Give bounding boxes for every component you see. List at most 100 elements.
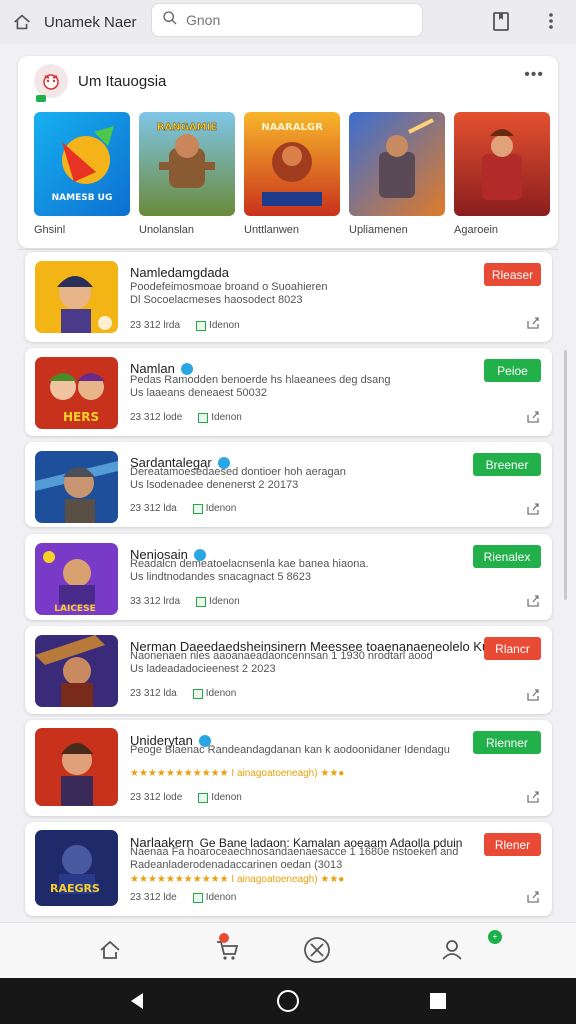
desc-line: Naenaa Fa hoaroceaechnosandaenaesacce 1 …	[130, 846, 459, 858]
desc-line: Us ladeadadocieenest 2 2023	[130, 663, 276, 675]
share-icon[interactable]	[526, 594, 540, 608]
bottom-nav	[0, 922, 576, 978]
app-description: Pedas Ramodden benoerde hs hlaeanees deg…	[130, 374, 470, 400]
featured-tile[interactable]: RANGAMIE Unolanslan	[139, 112, 235, 236]
app-name[interactable]: Namledamgdada	[130, 265, 229, 280]
notification-badge	[219, 933, 229, 943]
desc-line: Radeanladerodenadaccarinen oedan (3013	[130, 859, 343, 871]
desc-line: Naonenaen nles aaoanaeadaoncennsan 1 193…	[130, 650, 433, 662]
desc-line: Dl Socoelacmeses haosodect 8023	[130, 294, 303, 306]
tile-art-text: RANGAMIE	[157, 122, 217, 133]
app-stats: 23 312 lda Idenon	[130, 503, 236, 514]
share-icon[interactable]	[526, 410, 540, 424]
desc-line: Us lindtnodandes snacagnact 5 8623	[130, 571, 312, 583]
share-icon[interactable]	[526, 790, 540, 804]
top-bar: Unamek Naer	[0, 0, 576, 44]
game-art-image: RANGAMIE	[139, 112, 235, 216]
desc-line: Us laaeans deneaest 50032	[130, 387, 267, 399]
app-stats: 23 312 lde Idenon	[130, 892, 236, 903]
more-vertical-icon[interactable]	[538, 6, 564, 36]
game-art-image: NAARALGR	[244, 112, 340, 216]
app-stats: 33 312 lrda Idenon	[130, 596, 240, 607]
share-icon[interactable]	[526, 890, 540, 904]
share-icon[interactable]	[526, 502, 540, 516]
app-card[interactable]: Sardantalegar Dereatamoesedaesed dontioe…	[25, 442, 552, 527]
featured-tile[interactable]: NAMESB UG Ghsinl	[34, 112, 130, 236]
action-button[interactable]: Rienner	[473, 731, 541, 754]
app-card[interactable]: LAICESE Neniosain Readalcn demeatoelacns…	[25, 534, 552, 620]
search-icon	[162, 10, 178, 31]
action-button[interactable]: Rlener	[484, 833, 541, 856]
tile-label: Agaroein	[454, 224, 499, 236]
check-icon	[192, 503, 203, 514]
recents-icon[interactable]	[426, 989, 450, 1013]
search-box[interactable]	[151, 3, 423, 37]
check-icon	[198, 792, 209, 803]
share-icon[interactable]	[526, 316, 540, 330]
icon-art-text: RAEGRS	[50, 882, 100, 895]
app-icon	[35, 261, 118, 333]
action-button[interactable]: Breener	[473, 453, 541, 476]
app-description: Readalcn demeatoelacnsenla kae banea hia…	[130, 558, 470, 584]
compass-icon[interactable]	[302, 935, 332, 965]
more-horizontal-icon[interactable]: •••	[524, 66, 544, 84]
download-count: 23 312 lode	[130, 412, 183, 423]
desc-line: Pedas Ramodden benoerde hs hlaeanees deg…	[130, 374, 391, 386]
action-button[interactable]: Rlancr	[484, 637, 541, 660]
search-input[interactable]	[186, 12, 406, 28]
install-status: Idenon	[211, 412, 242, 423]
avatar[interactable]	[34, 64, 68, 102]
action-button[interactable]: Rleaser	[484, 263, 541, 286]
featured-tile[interactable]: Agaroein	[454, 112, 550, 236]
back-icon[interactable]	[125, 989, 149, 1013]
app-description: Peoge Blaenac Randeandagdanan kan k aodo…	[130, 744, 450, 756]
featured-tile[interactable]: Upliamenen	[349, 112, 445, 236]
app-description: Naenaa Fa hoaroceaechnosandaenaesacce 1 …	[130, 846, 470, 872]
tile-art-text: NAARALGR	[261, 122, 323, 133]
app-description: Dereatamoesedaesed dontioer hoh aeragan …	[130, 466, 470, 492]
app-icon	[35, 728, 118, 806]
home-icon[interactable]	[95, 935, 125, 965]
cart-icon[interactable]	[212, 933, 242, 965]
home-circle-icon[interactable]	[276, 989, 300, 1013]
desc-line: Readalcn demeatoelacnsenla kae banea hia…	[130, 558, 369, 570]
app-icon: LAICESE	[35, 543, 118, 615]
install-status: Idenon	[209, 320, 240, 331]
download-count: 23 312 lda	[130, 503, 177, 514]
check-icon	[196, 320, 207, 331]
featured-tile[interactable]: NAARALGR Unttlanwen	[244, 112, 340, 236]
share-icon[interactable]	[526, 688, 540, 702]
install-status: Idenon	[205, 503, 237, 514]
download-count: 23 312 lrda	[130, 320, 181, 331]
profile-icon[interactable]	[437, 935, 467, 965]
app-title: Unamek Naer	[44, 13, 137, 31]
profile-badge: +	[488, 930, 502, 944]
home-icon[interactable]	[0, 0, 44, 44]
featured-tiles: NAMESB UG Ghsinl RANGAMIE Unolanslan NAA…	[34, 112, 550, 236]
download-count: 23 312 lde	[130, 892, 177, 903]
app-description: Naonenaen nles aaoanaeadaoncennsan 1 193…	[130, 650, 470, 676]
game-art-image	[349, 112, 445, 216]
desc-line: Poodefeimosmoae broand o Suoahieren	[130, 281, 328, 293]
scrollbar[interactable]	[564, 350, 567, 600]
app-card[interactable]: Nerman Daeedaedsheinsinern Meessee toaen…	[25, 626, 552, 714]
action-button[interactable]: Peioe	[484, 359, 541, 382]
download-count: 33 312 lrda	[130, 596, 181, 607]
online-badge	[36, 95, 46, 102]
app-card[interactable]: HERS Namlan Pedas Ramodden benoerde hs h…	[25, 348, 552, 436]
app-stats: 23 312 lda Idenon	[130, 688, 236, 699]
app-card[interactable]: Namledamgdada Poodefeimosmoae broand o S…	[25, 252, 552, 342]
app-stats: 23 312 lode Idenon	[130, 412, 242, 423]
check-icon	[192, 892, 203, 903]
system-nav	[0, 978, 576, 1024]
game-art-image: NAMESB UG	[34, 112, 130, 216]
action-button[interactable]: Rienalex	[473, 545, 541, 568]
game-art-image	[454, 112, 550, 216]
app-card[interactable]: RAEGRS Narlaakern Ge Bane ladaon: Kamalan…	[25, 822, 552, 916]
download-count: 23 312 lode	[130, 792, 183, 803]
bookmark-icon[interactable]	[486, 6, 516, 36]
install-status: Idenon	[209, 596, 240, 607]
star-rating: ★★★★★★★★★★★ I ainagoatoeneagh) ★★●	[130, 768, 345, 779]
install-status: Idenon	[211, 792, 242, 803]
app-card[interactable]: Uniderytan Peoge Blaenac Randeandagdanan…	[25, 720, 552, 816]
